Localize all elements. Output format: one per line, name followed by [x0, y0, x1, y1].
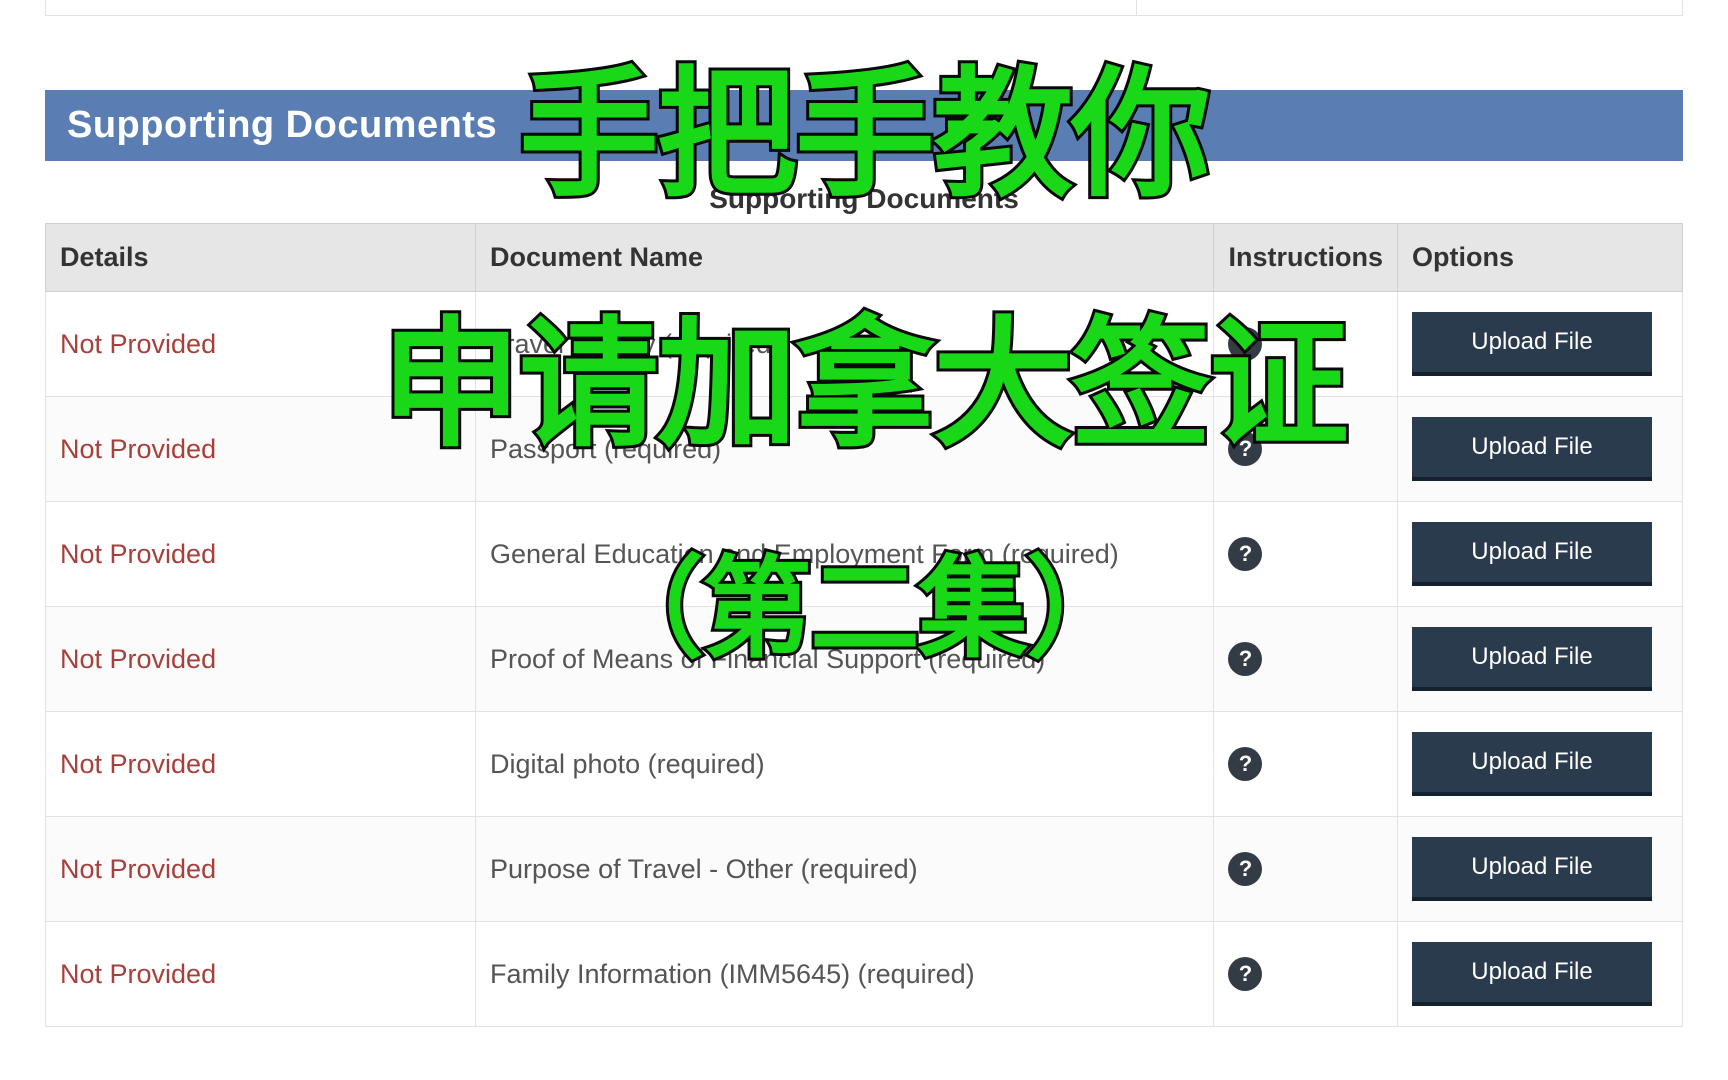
docname-text: Proof of Means of Financial Support (req…	[490, 644, 1045, 674]
instructions-cell: ?	[1214, 502, 1398, 607]
table-row: Not Provided Purpose of Travel - Other (r…	[46, 817, 1683, 922]
upload-file-button[interactable]: Upload File	[1412, 837, 1652, 901]
docname-cell: Travel History (required)	[476, 292, 1214, 397]
options-cell: Upload File	[1398, 502, 1683, 607]
docname-text: Digital photo (required)	[490, 749, 765, 779]
col-header-docname: Document Name	[476, 224, 1214, 292]
table-header-row: Details Document Name Instructions Optio…	[46, 224, 1683, 292]
fragment-divider	[1136, 0, 1137, 15]
instructions-cell: ?	[1214, 817, 1398, 922]
details-text: Not Provided	[60, 434, 216, 464]
details-cell: Not Provided	[46, 502, 476, 607]
help-icon[interactable]: ?	[1228, 327, 1262, 361]
docname-cell: Proof of Means of Financial Support (req…	[476, 607, 1214, 712]
supporting-documents-table: Details Document Name Instructions Optio…	[45, 223, 1683, 1027]
upload-file-button[interactable]: Upload File	[1412, 942, 1652, 1006]
table-row: Not Provided Digital photo (required)? Upl…	[46, 712, 1683, 817]
details-text: Not Provided	[60, 854, 216, 884]
details-text: Not Provided	[60, 329, 216, 359]
instructions-cell: ?	[1214, 712, 1398, 817]
upload-file-button[interactable]: Upload File	[1412, 627, 1652, 691]
instructions-cell: ?	[1214, 607, 1398, 712]
options-cell: Upload File	[1398, 922, 1683, 1027]
table-row: Not Provided Family Information (IMM5645)…	[46, 922, 1683, 1027]
content-wrap: Supporting Documents Supporting Document…	[0, 0, 1728, 1027]
details-text: Not Provided	[60, 539, 216, 569]
details-cell: Not Provided	[46, 397, 476, 502]
details-cell: Not Provided	[46, 607, 476, 712]
col-header-details: Details	[46, 224, 476, 292]
details-text: Not Provided	[60, 749, 216, 779]
details-text: Not Provided	[60, 959, 216, 989]
details-text: Not Provided	[60, 644, 216, 674]
options-cell: Upload File	[1398, 397, 1683, 502]
options-cell: Upload File	[1398, 607, 1683, 712]
table-row: Not Provided Passport (required)? Upload F…	[46, 397, 1683, 502]
details-cell: Not Provided	[46, 292, 476, 397]
docname-cell: Digital photo (required)	[476, 712, 1214, 817]
docname-cell: Family Information (IMM5645) (required)	[476, 922, 1214, 1027]
docname-text: Passport (required)	[490, 434, 721, 464]
help-icon[interactable]: ?	[1228, 537, 1262, 571]
options-cell: Upload File	[1398, 292, 1683, 397]
table-caption: Supporting Documents	[45, 161, 1683, 223]
docname-cell: General Education and Employment Form (r…	[476, 502, 1214, 607]
help-icon[interactable]: ?	[1228, 852, 1262, 886]
docname-text: Travel History (required)	[490, 329, 780, 359]
top-table-fragment	[45, 0, 1683, 16]
col-header-instructions: Instructions	[1214, 224, 1398, 292]
instructions-cell: ?	[1214, 397, 1398, 502]
details-cell: Not Provided	[46, 922, 476, 1027]
section-header: Supporting Documents	[45, 90, 1683, 161]
col-header-options: Options	[1398, 224, 1683, 292]
docname-cell: Purpose of Travel - Other (required)	[476, 817, 1214, 922]
upload-file-button[interactable]: Upload File	[1412, 312, 1652, 376]
table-row: Not Provided Travel History (required)? Up…	[46, 292, 1683, 397]
upload-file-button[interactable]: Upload File	[1412, 417, 1652, 481]
docname-text: Family Information (IMM5645) (required)	[490, 959, 975, 989]
details-cell: Not Provided	[46, 817, 476, 922]
instructions-cell: ?	[1214, 922, 1398, 1027]
docname-text: General Education and Employment Form (r…	[490, 539, 1119, 569]
docname-cell: Passport (required)	[476, 397, 1214, 502]
help-icon[interactable]: ?	[1228, 747, 1262, 781]
options-cell: Upload File	[1398, 817, 1683, 922]
details-cell: Not Provided	[46, 712, 476, 817]
options-cell: Upload File	[1398, 712, 1683, 817]
table-row: Not Provided General Education and Employ…	[46, 502, 1683, 607]
instructions-cell: ?	[1214, 292, 1398, 397]
upload-file-button[interactable]: Upload File	[1412, 732, 1652, 796]
upload-file-button[interactable]: Upload File	[1412, 522, 1652, 586]
help-icon[interactable]: ?	[1228, 432, 1262, 466]
docname-text: Purpose of Travel - Other (required)	[490, 854, 918, 884]
help-icon[interactable]: ?	[1228, 642, 1262, 676]
table-row: Not Provided Proof of Means of Financial …	[46, 607, 1683, 712]
help-icon[interactable]: ?	[1228, 957, 1262, 991]
